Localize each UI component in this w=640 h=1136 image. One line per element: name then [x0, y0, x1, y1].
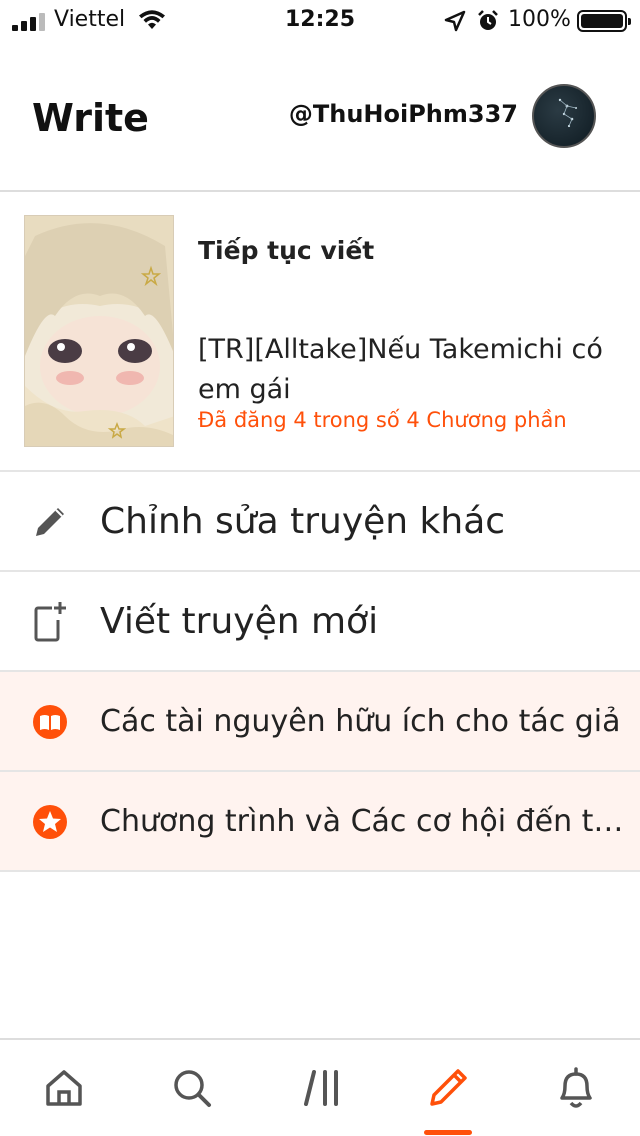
- search-icon[interactable]: [168, 1064, 216, 1112]
- header: Write @ThuHoiPhm337: [0, 40, 640, 192]
- writer-resources-label: Các tài nguyên hữu ích cho tác giả: [100, 704, 621, 739]
- story-status: Đã đăng 4 trong số 4 Chương phần: [198, 408, 567, 432]
- library-icon[interactable]: [298, 1064, 346, 1112]
- star-icon: [30, 802, 70, 842]
- programs-label: Chương trình và Các cơ hội đến từ…: [100, 804, 638, 839]
- notifications-icon[interactable]: [552, 1064, 600, 1112]
- status-bar: Viettel 12:25 100%: [0, 0, 640, 40]
- continue-writing-card[interactable]: Tiếp tục viết [TR][Alltake]Nếu Takemichi…: [0, 192, 640, 472]
- active-tab-indicator: [424, 1130, 472, 1135]
- programs-row[interactable]: Chương trình và Các cơ hội đến từ…: [0, 772, 640, 872]
- bottom-navigation: [0, 1038, 640, 1136]
- location-icon: [444, 10, 466, 36]
- edit-other-story-row[interactable]: Chỉnh sửa truyện khác: [0, 472, 640, 572]
- story-title[interactable]: [TR][Alltake]Nếu Takemichi có em gái: [198, 330, 618, 410]
- writer-resources-row[interactable]: Các tài nguyên hữu ích cho tác giả: [0, 672, 640, 772]
- new-story-label: Viết truyện mới: [100, 601, 379, 642]
- avatar[interactable]: [532, 84, 596, 148]
- story-cover-image[interactable]: [24, 215, 174, 447]
- battery-icon: [577, 10, 631, 32]
- book-icon: [30, 702, 70, 742]
- new-story-row[interactable]: Viết truyện mới: [0, 572, 640, 672]
- battery-percent: 100%: [508, 7, 571, 32]
- edit-other-story-label: Chỉnh sửa truyện khác: [100, 501, 506, 542]
- alarm-icon: [476, 9, 500, 37]
- pencil-icon: [30, 502, 70, 542]
- write-icon[interactable]: [424, 1064, 472, 1112]
- username[interactable]: @ThuHoiPhm337: [289, 100, 518, 128]
- page-title: Write: [32, 96, 149, 140]
- continue-writing-heading: Tiếp tục viết: [198, 236, 375, 265]
- new-document-icon: [30, 602, 70, 642]
- home-icon[interactable]: [40, 1064, 88, 1112]
